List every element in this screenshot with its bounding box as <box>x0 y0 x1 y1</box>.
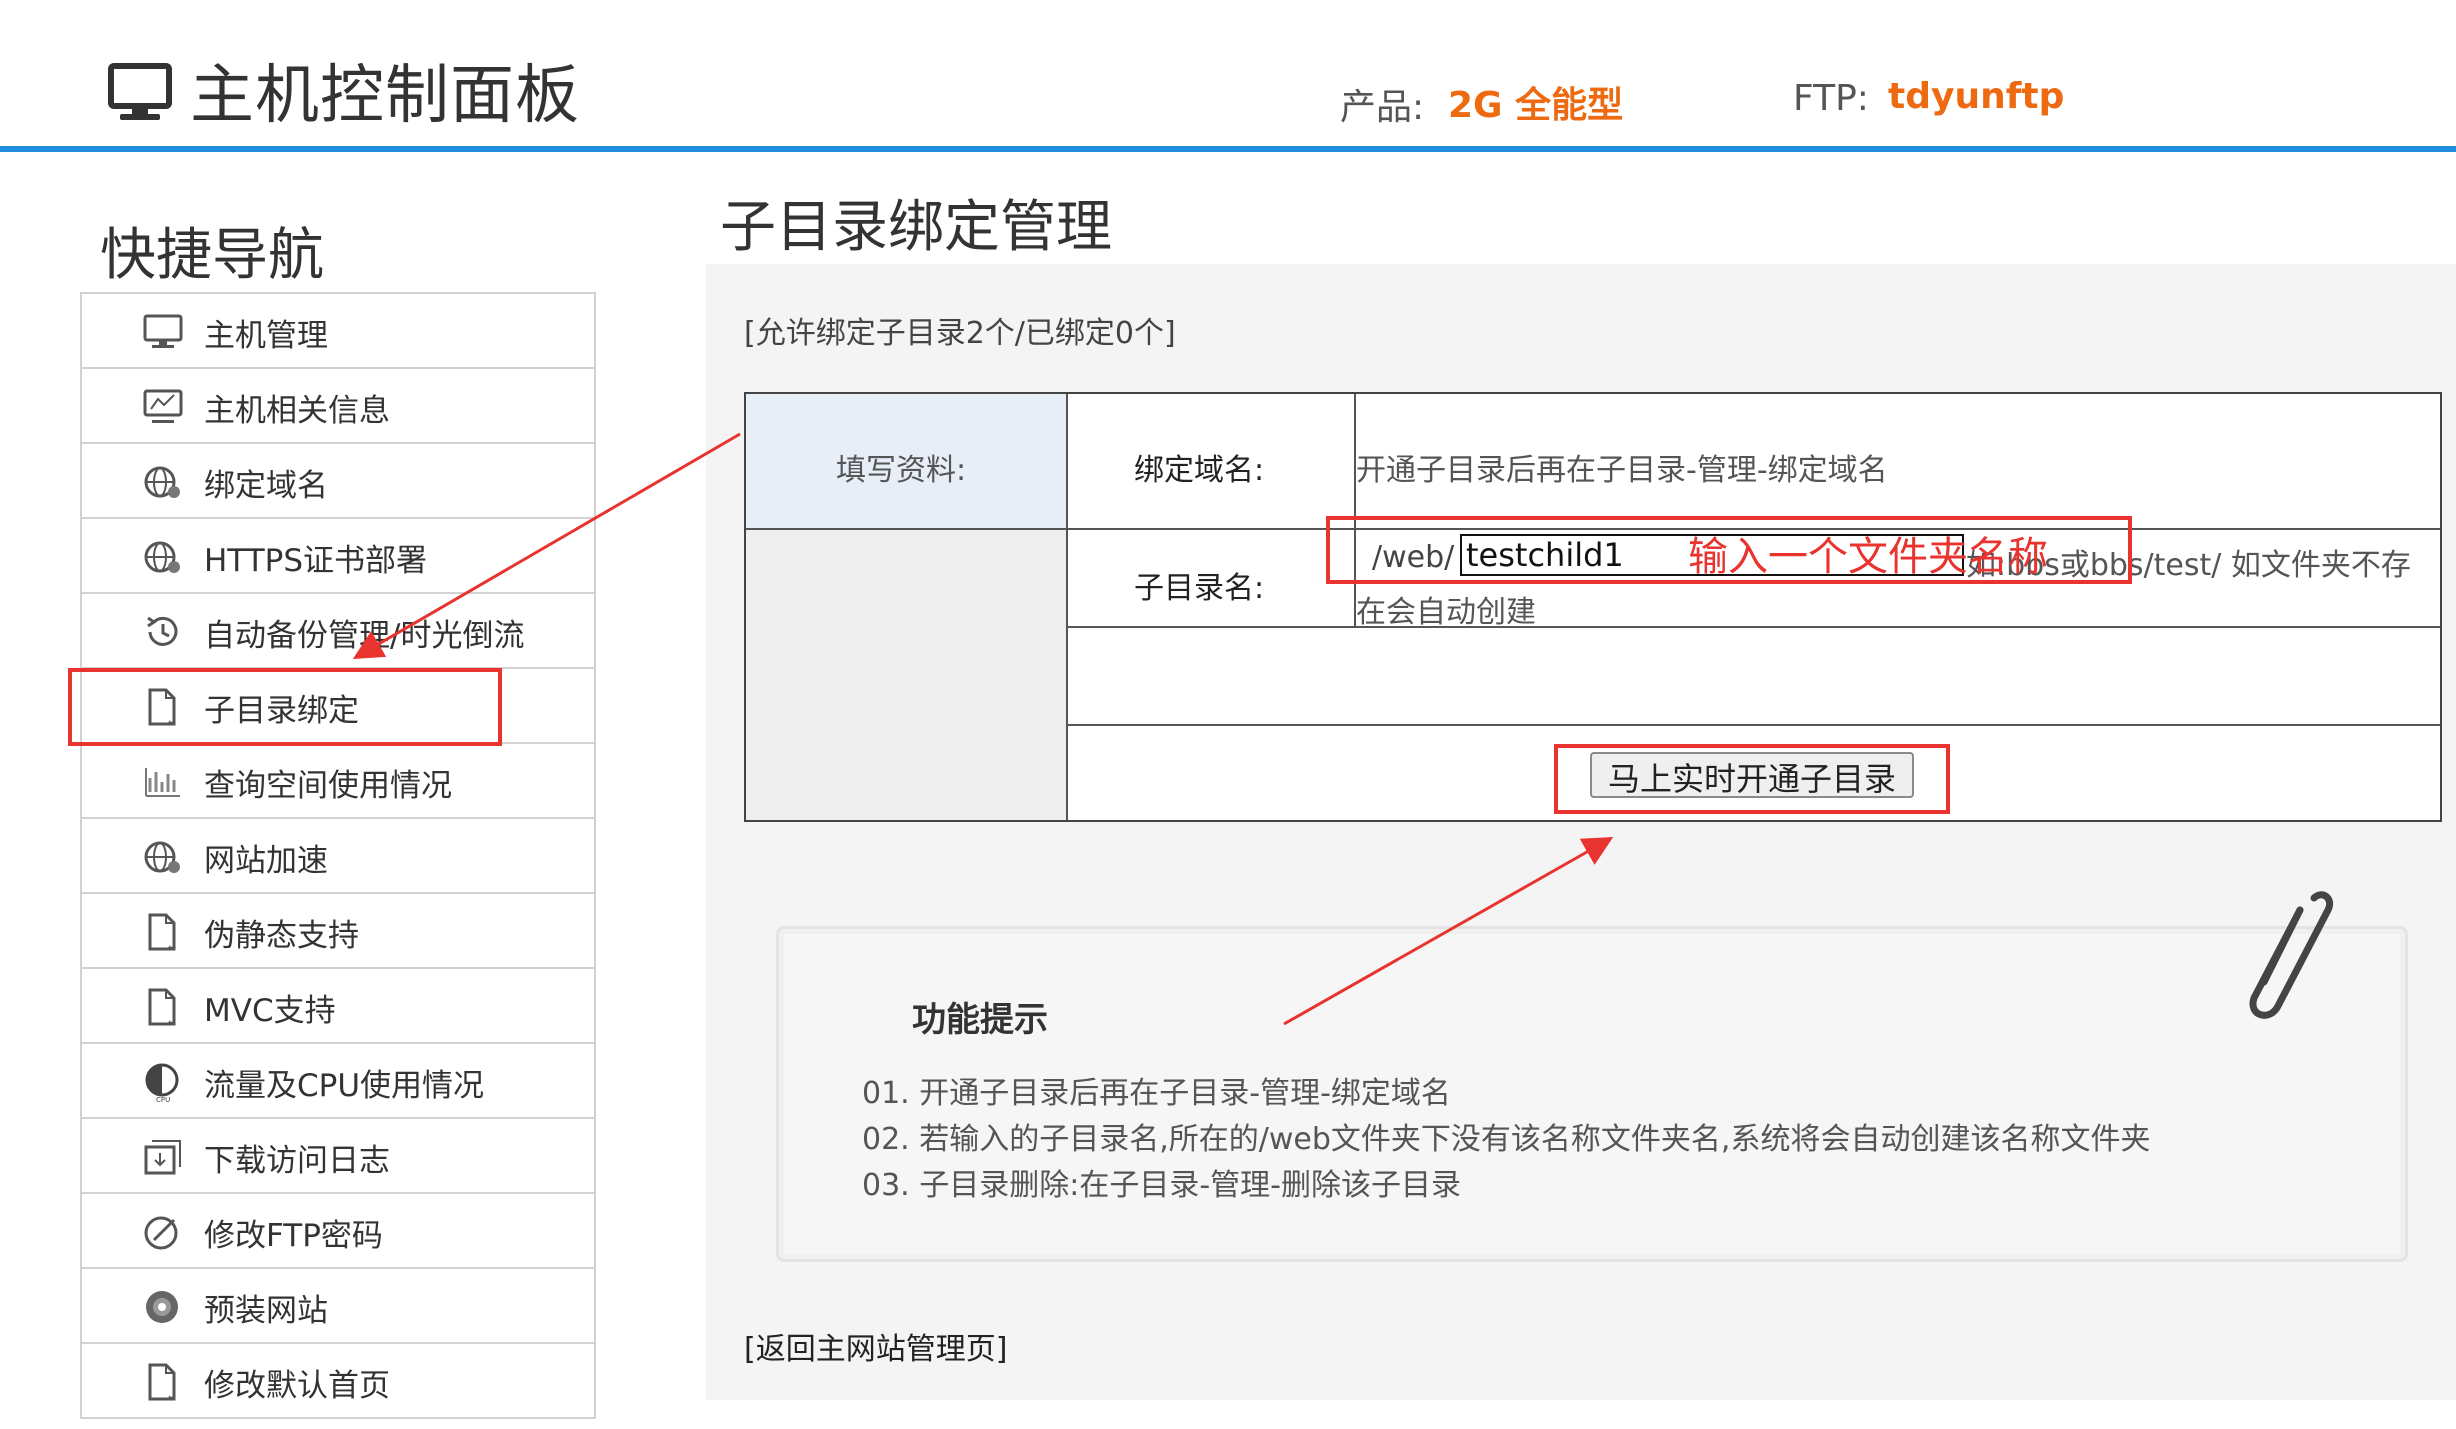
sidebar-item-bind-domain[interactable]: 绑定域名 <box>82 444 594 519</box>
table-divider <box>1068 724 2440 726</box>
sidebar-item-label: 主机相关信息 <box>204 393 390 429</box>
history-icon <box>147 616 178 646</box>
quota-text: [允许绑定子目录2个/已绑定0个] <box>744 316 1176 351</box>
sidebar-item-host-management[interactable]: 主机管理 <box>82 294 594 369</box>
header-divider <box>0 146 2456 152</box>
disc-icon <box>146 1291 178 1323</box>
table-divider <box>1068 626 2440 628</box>
annotation-highlight-box <box>68 668 502 746</box>
sidebar-item-label: 绑定域名 <box>204 468 328 504</box>
monitor-info-icon <box>143 389 183 423</box>
bind-domain-hint: 开通子目录后再在子目录-管理-绑定域名 <box>1356 453 1888 488</box>
svg-text:↔: ↔ <box>168 1018 176 1027</box>
form-empty-cell <box>746 530 1066 820</box>
sidebar-item-site-acceleration[interactable]: 网站加速 <box>82 819 594 894</box>
sidebar-item-default-homepage[interactable]: ↔ 修改默认首页 <box>82 1344 594 1419</box>
sidebar-item-label: 下载访问日志 <box>204 1143 390 1179</box>
tip-item: 01. 开通子目录后再在子目录-管理-绑定域名 <box>862 1076 1451 1111</box>
sidebar-nav: 主机管理 主机相关信息 绑定域名 HTTPS证书部署 自动备份管理/时光倒流 ↔… <box>80 292 596 1419</box>
globe-icon <box>144 541 180 573</box>
ftp-value: tdyunftp <box>1888 76 2065 117</box>
sidebar-item-label: 修改FTP密码 <box>204 1218 383 1254</box>
app-title: 主机控制面板 <box>190 59 580 133</box>
sidebar-item-preinstall-site[interactable]: 预装网站 <box>82 1269 594 1344</box>
sidebar-item-label: 修改默认首页 <box>204 1368 390 1404</box>
product-label: 产品: <box>1340 87 1425 128</box>
cpu-icon: CPU <box>145 1063 179 1102</box>
svg-text:CPU: CPU <box>156 1096 170 1102</box>
sidebar-item-label: MVC支持 <box>204 993 336 1029</box>
globe-icon <box>144 841 180 873</box>
product-value: 2G 全能型 <box>1448 85 1624 126</box>
sidebar-item-download-logs[interactable]: 下载访问日志 <box>82 1119 594 1194</box>
sidebar-item-label: HTTPS证书部署 <box>204 543 428 579</box>
sidebar-item-label: 伪静态支持 <box>204 918 359 954</box>
subdir-name-label: 子目录名: <box>1134 571 1265 606</box>
sidebar-item-label: 主机管理 <box>204 318 328 354</box>
sidebar-item-host-info[interactable]: 主机相关信息 <box>82 369 594 444</box>
subdir-hint-continued: 在会自动创建 <box>1356 595 1536 630</box>
sidebar-item-label: 自动备份管理/时光倒流 <box>204 618 525 654</box>
sidebar-item-space-usage[interactable]: 查询空间使用情况 <box>82 744 594 819</box>
sidebar-item-traffic-cpu[interactable]: CPU 流量及CPU使用情况 <box>82 1044 594 1119</box>
annotation-highlight-box <box>1554 744 1950 814</box>
annotation-label: 输入一个文件夹名称 <box>1688 534 2048 580</box>
nav-title: 快捷导航 <box>100 223 324 288</box>
globe-icon <box>144 466 180 498</box>
tip-item: 02. 若输入的子目录名,所在的/web文件夹下没有该名称文件夹名,系统将会自动… <box>862 1122 2151 1157</box>
ftp-label: FTP: <box>1793 78 1869 119</box>
sidebar-item-label: 流量及CPU使用情况 <box>204 1068 485 1104</box>
sidebar-item-rewrite[interactable]: ↔ 伪静态支持 <box>82 894 594 969</box>
download-icon <box>144 1140 181 1175</box>
sidebar-item-https-cert[interactable]: HTTPS证书部署 <box>82 519 594 594</box>
bind-domain-label: 绑定域名: <box>1134 453 1265 488</box>
document-icon: ↔ <box>148 988 176 1027</box>
edit-icon <box>144 1216 178 1250</box>
document-icon: ↔ <box>148 1363 176 1402</box>
sidebar-item-auto-backup[interactable]: 自动备份管理/时光倒流 <box>82 594 594 669</box>
page-title: 子目录绑定管理 <box>720 195 1112 260</box>
svg-text:↔: ↔ <box>168 1393 176 1402</box>
sidebar-item-label: 网站加速 <box>204 843 328 879</box>
document-icon: ↔ <box>148 913 176 952</box>
table-divider <box>1066 394 1068 820</box>
tips-title: 功能提示 <box>912 1000 1048 1040</box>
svg-text:↔: ↔ <box>168 943 176 952</box>
fill-info-label: 填写资料: <box>836 453 967 488</box>
back-to-main-link[interactable]: [返回主网站管理页] <box>744 1324 1007 1368</box>
paperclip-icon <box>2249 891 2333 1019</box>
sidebar-item-label: 预装网站 <box>204 1293 328 1329</box>
sidebar-item-mvc[interactable]: ↔ MVC支持 <box>82 969 594 1044</box>
monitor-icon <box>108 63 172 120</box>
tip-item: 03. 子目录删除:在子目录-管理-删除该子目录 <box>862 1168 1462 1203</box>
chart-icon <box>145 768 180 797</box>
sidebar-item-change-ftp-password[interactable]: 修改FTP密码 <box>82 1194 594 1269</box>
monitor-icon <box>143 314 183 348</box>
sidebar-item-label: 查询空间使用情况 <box>204 768 452 804</box>
